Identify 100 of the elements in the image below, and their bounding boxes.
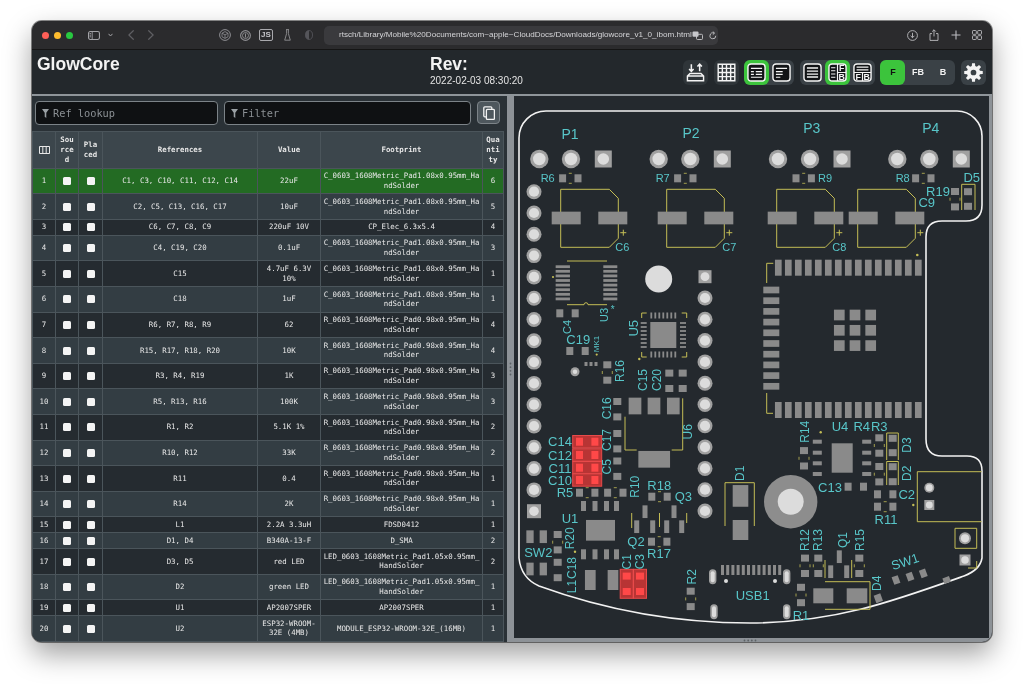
checkbox[interactable] [86,223,95,232]
checkbox[interactable] [86,423,95,432]
checkbox[interactable] [63,202,71,211]
ic-footprint [551,260,618,306]
silkscreen-label: C18 [565,557,579,579]
checkbox[interactable] [86,372,95,381]
led-footprint [886,432,899,461]
tab-grid-icon[interactable] [972,30,982,40]
cube-icon[interactable] [219,29,231,41]
checkbox[interactable] [86,177,95,186]
silkscreen-label: U4 [831,419,849,435]
silkscreen-label: Q2 [627,534,645,550]
resistor-footprint [576,487,599,499]
checkbox[interactable] [86,603,95,612]
copy-button[interactable] [477,101,500,124]
checkbox[interactable] [63,320,71,329]
silkscreen-label: R3 [871,419,888,435]
address-field[interactable]: rtsch/Library/Mobile%20Documents/com~apple~CloudDocs/Downloads/glowcore_v1_0_ibom.html [324,25,718,45]
checkbox[interactable] [63,223,71,232]
checkbox[interactable] [63,583,71,592]
silkscreen-label: U1 [561,510,579,526]
filter-field[interactable]: Filter [224,101,471,125]
download-icon[interactable] [907,29,918,41]
checkbox[interactable] [86,295,95,304]
silkscreen-label: D3 [899,437,914,453]
resistor-footprint [674,172,697,184]
checkbox[interactable] [63,295,71,304]
grouped-button[interactable] [744,59,770,85]
checkbox[interactable] [86,202,95,211]
ic-footprint [812,431,872,476]
checkbox[interactable] [86,520,95,529]
checkbox[interactable] [86,500,95,509]
checkbox[interactable] [86,557,95,566]
checkbox[interactable] [63,603,71,612]
silkscreen-label: C20 [649,369,664,391]
checkbox[interactable] [63,346,71,355]
minimize-window-button[interactable] [54,31,61,39]
silkscreen-label: R16 [613,360,627,382]
checkbox[interactable] [86,269,95,278]
ref-lookup-field[interactable]: Ref lookup [35,101,218,125]
close-window-button[interactable] [42,31,49,39]
silkscreen-label: R12 [798,529,812,551]
silkscreen-label: SW2 [524,545,553,561]
checkbox[interactable] [86,536,95,545]
layer-button[interactable]: B [930,59,956,85]
checkbox[interactable] [63,500,71,509]
silkscreen-label: R9 [817,172,833,185]
silkscreen-label: P4 [922,120,940,137]
script-extension-button[interactable]: JS [259,29,273,41]
ic-footprint [624,397,684,468]
silkscreen-label: SW1 [889,550,921,574]
silkscreen-label: P2 [682,125,700,141]
checkbox[interactable] [63,624,71,633]
plus-icon[interactable] [951,30,961,40]
checkbox[interactable] [63,536,71,545]
checkbox[interactable] [63,423,71,432]
chevron-down-icon[interactable] [108,33,113,37]
checkbox[interactable] [63,244,71,253]
checkbox[interactable] [63,557,71,566]
reload-icon[interactable] [708,30,717,40]
share-icon[interactable] [929,29,939,41]
checkbox[interactable] [86,244,95,253]
resistor-footprint [798,447,810,470]
silkscreen-label: D2 [899,465,914,481]
checkbox[interactable] [63,397,71,406]
sidebar-icon[interactable] [88,30,100,40]
checkbox[interactable] [63,269,71,278]
copy-icon [482,105,495,120]
silkscreen-label: C17 [599,429,614,451]
silkscreen-label: R7 [655,172,670,185]
layer-button[interactable]: FB [905,59,931,85]
silkscreen-label: C12 [548,447,572,463]
transistor-footprint [824,550,853,579]
layer-button[interactable]: F [880,59,906,85]
silkscreen-label: U6 [681,424,696,440]
led-footprint [886,461,899,486]
checkbox[interactable] [86,583,95,592]
checkbox[interactable] [86,448,95,457]
resistor-footprint [873,463,885,486]
checkbox[interactable] [63,177,71,186]
resistor-footprint [853,554,865,577]
checkbox[interactable] [63,474,71,483]
keyhole-circle-icon[interactable] [240,29,251,41]
microphone-footprint [570,353,598,377]
revision-date: 2022-02-03 08:30:20 [430,75,524,87]
checkbox[interactable] [86,624,95,633]
checkbox[interactable] [86,320,95,329]
checkbox[interactable] [63,520,71,529]
checkbox[interactable] [63,372,71,381]
checkbox[interactable] [86,397,95,406]
checkbox[interactable] [86,346,95,355]
zoom-window-button[interactable] [66,31,73,39]
checkbox[interactable] [63,448,71,457]
silkscreen-label: U5 [625,320,641,337]
checkbox[interactable] [86,474,95,483]
columns-icon[interactable] [38,145,50,154]
resistor-footprint [792,172,815,184]
flask-icon[interactable] [284,29,291,41]
translate-icon[interactable] [691,30,703,40]
list-icon [772,62,792,82]
